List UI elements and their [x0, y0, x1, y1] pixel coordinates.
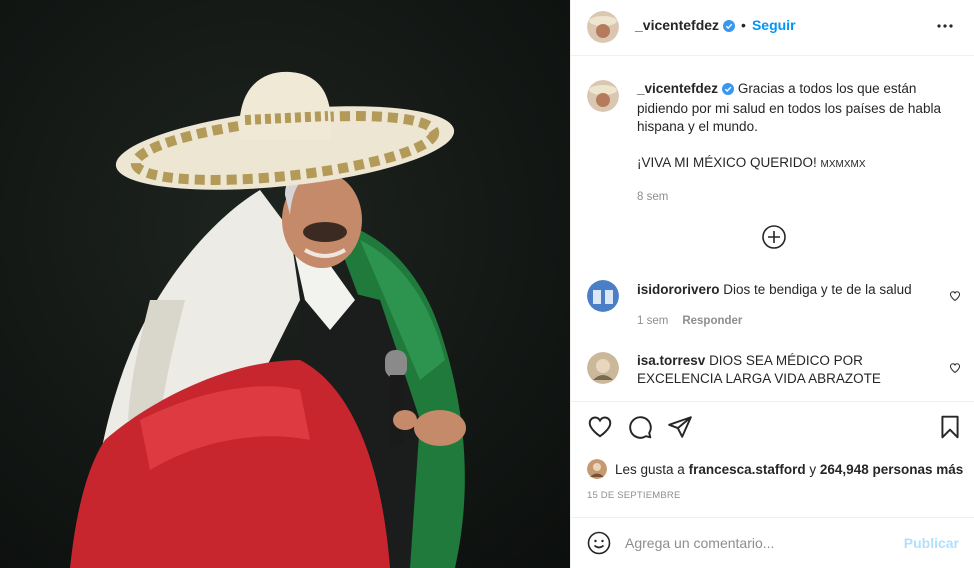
likes-conjunction: y [809, 461, 817, 477]
like-heart-icon[interactable] [587, 414, 613, 440]
caption-username[interactable]: _vicentefdez [637, 81, 718, 96]
caption-text-2: ¡VIVA MI MÉXICO QUERIDO! [637, 155, 817, 170]
load-more-comments-icon[interactable] [761, 224, 787, 250]
comment-time[interactable]: 1 sem [637, 315, 668, 327]
commenter-avatar[interactable] [587, 280, 619, 312]
like-comment-heart-icon[interactable] [949, 362, 961, 374]
comment-text: Dios te bendiga y te de la salud [723, 282, 912, 297]
likes-prefix: Les gusta a [615, 461, 685, 477]
share-paper-plane-icon[interactable] [667, 414, 693, 440]
comments-list[interactable]: _vicentefdez Gracias a todos los que est… [571, 57, 974, 401]
verified-badge-icon [722, 82, 735, 100]
like-comment-heart-icon[interactable] [949, 290, 961, 302]
comment-input[interactable] [625, 531, 895, 555]
author-line: _vicentefdez • Seguir [635, 17, 796, 35]
separator-dot: • [741, 17, 746, 33]
follow-button[interactable]: Seguir [752, 17, 796, 33]
add-comment-bar: Publicar [571, 517, 974, 568]
verified-badge-icon [723, 19, 736, 35]
post-details-panel: _vicentefdez • Seguir _vicentefdez Gracias… [570, 0, 974, 568]
caption-paragraph-2: ¡VIVA MI MÉXICO QUERIDO! MXMXMX [637, 154, 962, 174]
comment-meta: 1 sem Responder [637, 315, 742, 327]
more-options-icon[interactable] [933, 14, 957, 38]
caption-time[interactable]: 8 sem [637, 188, 962, 206]
likes-count[interactable]: 264,948 personas más [820, 462, 963, 477]
flag-emoji-text: MXMXMX [820, 159, 866, 170]
likes-summary: Les gusta a francesca.stafford y 264,948… [587, 459, 963, 479]
caption-avatar[interactable] [587, 80, 619, 112]
author-username[interactable]: _vicentefdez [635, 17, 719, 33]
author-avatar[interactable] [587, 11, 619, 43]
comment-1: isidororivero Dios te bendiga y te de la… [637, 281, 947, 299]
reply-button[interactable]: Responder [682, 315, 742, 327]
comment-bubble-icon[interactable] [627, 414, 653, 440]
post-photo-illustration [0, 0, 570, 568]
post-image[interactable] [0, 0, 570, 568]
caption: _vicentefdez Gracias a todos los que est… [637, 80, 962, 206]
liker-username[interactable]: francesca.stafford [689, 462, 806, 477]
post-date[interactable]: 15 DE SEPTIEMBRE [587, 490, 680, 501]
caption-paragraph-1: _vicentefdez Gracias a todos los que est… [637, 80, 962, 136]
emoji-smiley-icon[interactable] [587, 531, 611, 555]
publish-button[interactable]: Publicar [904, 535, 959, 551]
post-actions: Les gusta a francesca.stafford y 264,948… [571, 401, 974, 517]
comment-username[interactable]: isidororivero [637, 282, 720, 297]
comment-username[interactable]: isa.torresv [637, 353, 705, 368]
commenter-avatar[interactable] [587, 352, 619, 384]
comment-2: isa.torresv DIOS SEA MÉDICO POR EXCELENC… [637, 352, 947, 388]
post-header: _vicentefdez • Seguir [571, 0, 974, 56]
save-bookmark-icon[interactable] [937, 414, 963, 440]
liker-avatar[interactable] [587, 459, 607, 479]
